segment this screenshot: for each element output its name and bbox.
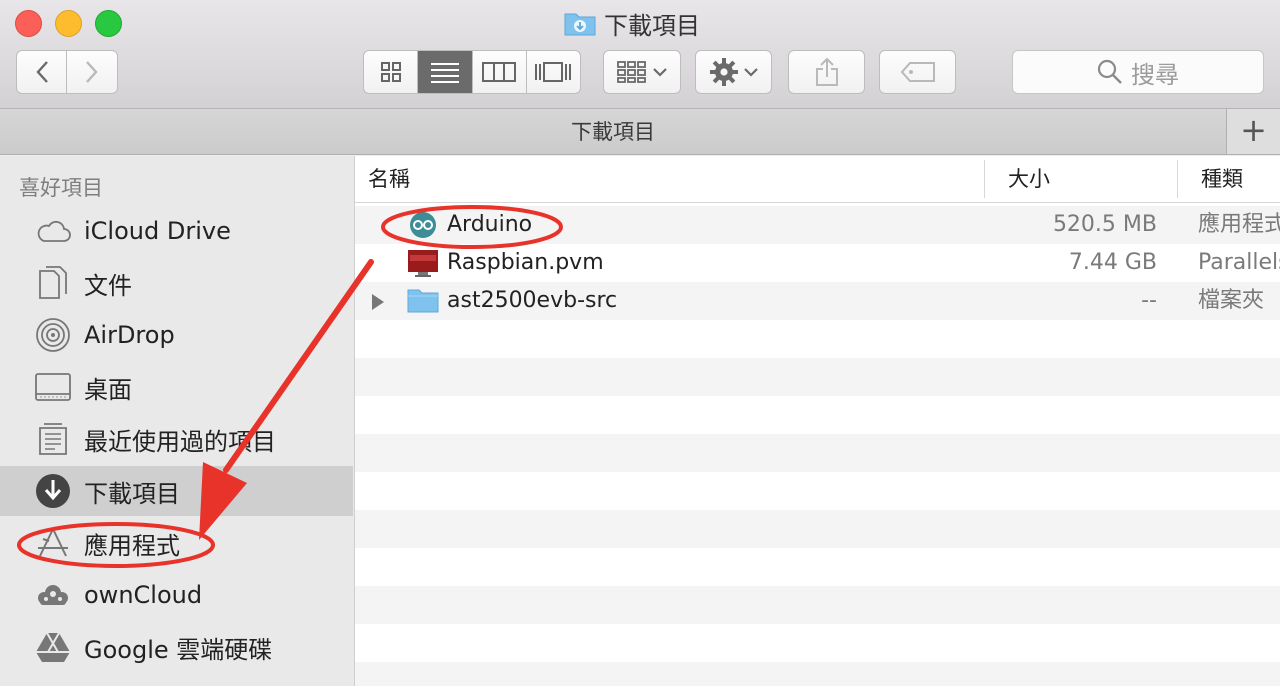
sidebar-item-downloads[interactable]: 下載項目 [0, 466, 353, 516]
file-name: Raspbian.pvm [447, 250, 604, 275]
disclosure-triangle-icon[interactable] [371, 292, 385, 317]
empty-row [355, 434, 1280, 472]
sidebar-item-documents[interactable]: 文件 [0, 258, 353, 308]
column-header: 名稱 大小 種類 [355, 156, 1280, 203]
file-row[interactable]: Arduino 520.5 MB 應用程式 [355, 206, 1280, 244]
chevron-down-icon [653, 68, 667, 77]
tag-icon [900, 62, 935, 82]
new-tab-button[interactable]: + [1226, 109, 1280, 154]
sidebar-item-label: 最近使用過的項目 [84, 427, 276, 456]
toolbar: 下載項目 搜尋 [0, 0, 1280, 109]
folder-icon [564, 13, 596, 36]
document-icon [34, 264, 72, 302]
tab-downloads[interactable]: 下載項目 [0, 109, 1226, 155]
list-view-button[interactable] [418, 51, 473, 93]
sidebar-item-applications[interactable]: 應用程式 [0, 518, 353, 568]
tags-button[interactable] [879, 50, 956, 94]
chevron-right-icon [86, 61, 98, 83]
empty-row [355, 662, 1280, 686]
sidebar-item-recents[interactable]: 最近使用過的項目 [0, 414, 353, 464]
desktop-icon [34, 368, 72, 406]
sidebar: 喜好項目 iCloud Drive 文件 AirDrop 桌面 最近使用過的項目… [0, 156, 355, 686]
empty-row [355, 358, 1280, 396]
file-kind: 檔案夾 [1198, 288, 1265, 313]
file-size: -- [1141, 288, 1157, 313]
sidebar-item-label: 桌面 [84, 375, 132, 404]
file-row[interactable]: ast2500evb-src -- 檔案夾 [355, 282, 1280, 320]
search-icon [1097, 59, 1122, 84]
sidebar-item-google-drive[interactable]: Google 雲端硬碟 [0, 622, 353, 672]
folder-icon [407, 287, 439, 315]
grid-icon [380, 62, 401, 82]
recents-icon [34, 420, 72, 458]
zoom-window-button[interactable] [95, 10, 122, 37]
column-header-name[interactable]: 名稱 [368, 156, 410, 202]
tab-bar: 下載項目 + [0, 109, 1280, 155]
owncloud-icon [34, 576, 72, 614]
sidebar-item-label: 下載項目 [84, 479, 180, 508]
view-mode-control [363, 50, 581, 94]
window-title-text: 下載項目 [604, 11, 700, 40]
file-list: 名稱 大小 種類 Arduino 520.5 MB 應用程式 Raspbian.… [355, 156, 1280, 686]
column-header-size[interactable]: 大小 [1008, 156, 1050, 202]
file-kind: 應用程式 [1198, 212, 1280, 237]
minimize-window-button[interactable] [55, 10, 82, 37]
sidebar-item-label: Google 雲端硬碟 [84, 635, 273, 664]
sidebar-item-label: iCloud Drive [84, 217, 231, 245]
sidebar-item-label: ownCloud [84, 581, 203, 609]
arduino-app-icon [407, 211, 439, 239]
file-name: ast2500evb-src [447, 288, 618, 313]
share-icon [815, 57, 838, 86]
forward-button[interactable] [66, 50, 118, 94]
coverflow-view-button[interactable] [527, 51, 580, 93]
list-icon [430, 63, 459, 83]
search-field[interactable]: 搜尋 [1012, 50, 1264, 94]
window-title: 下載項目 [564, 6, 700, 40]
coverflow-icon [535, 62, 572, 82]
column-view-button[interactable] [473, 51, 527, 93]
sidebar-item-owncloud[interactable]: ownCloud [0, 570, 353, 620]
back-button[interactable] [16, 50, 67, 94]
empty-row [355, 472, 1280, 510]
airdrop-icon [34, 316, 72, 354]
empty-row [355, 320, 1280, 358]
google-drive-icon [34, 628, 72, 666]
empty-row [355, 586, 1280, 624]
file-name: Arduino [447, 212, 533, 237]
chevron-down-icon [743, 68, 758, 77]
file-size: 520.5 MB [1052, 212, 1157, 237]
chevron-left-icon [35, 61, 48, 83]
parallels-vm-icon [407, 249, 439, 277]
arrange-button[interactable] [603, 50, 681, 94]
close-window-button[interactable] [15, 10, 42, 37]
sidebar-item-airdrop[interactable]: AirDrop [0, 310, 353, 360]
sidebar-item-label: 應用程式 [84, 531, 180, 560]
search-placeholder: 搜尋 [1131, 60, 1179, 89]
sidebar-item-desktop[interactable]: 桌面 [0, 362, 353, 412]
column-header-kind[interactable]: 種類 [1201, 156, 1243, 202]
sidebar-item-label: AirDrop [84, 321, 175, 349]
columns-icon [482, 62, 517, 82]
empty-row [355, 396, 1280, 434]
applications-icon [34, 524, 72, 562]
file-row[interactable]: Raspbian.pvm 7.44 GB Parallels [355, 244, 1280, 282]
sidebar-item-icloud-drive[interactable]: iCloud Drive [0, 206, 353, 256]
action-button[interactable] [695, 50, 772, 94]
sidebar-header: 喜好項目 [19, 176, 103, 200]
empty-row [355, 510, 1280, 548]
empty-row [355, 548, 1280, 586]
share-button[interactable] [788, 50, 865, 94]
empty-row [355, 624, 1280, 662]
sidebar-item-label: 文件 [84, 271, 132, 300]
download-icon [34, 472, 72, 510]
file-size: 7.44 GB [1068, 250, 1157, 275]
icon-view-button[interactable] [364, 51, 419, 93]
arrange-icon [617, 61, 646, 83]
file-kind: Parallels [1198, 250, 1280, 275]
cloud-icon [34, 212, 72, 250]
gear-icon [709, 58, 738, 86]
